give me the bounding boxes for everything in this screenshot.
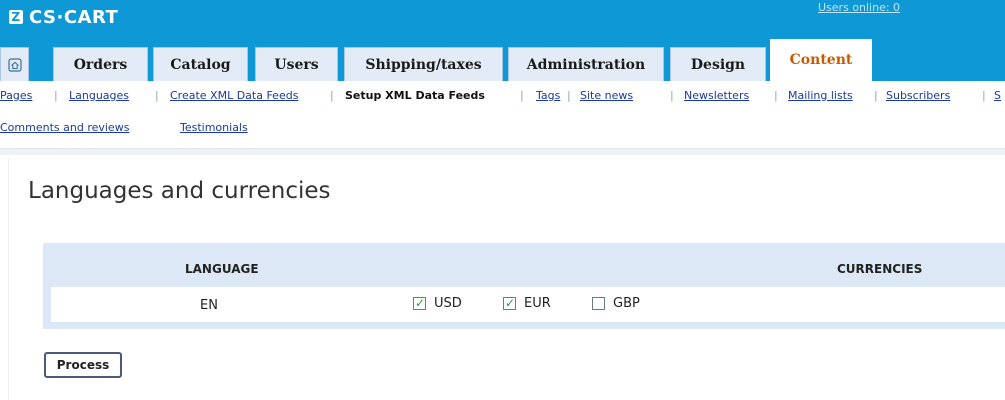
content-subnav: Pages | Languages | Create XML Data Feed…	[0, 81, 1005, 143]
header-bar: Z CS·CART Users online: 0 Orders Catalog…	[0, 0, 1005, 81]
currency-usd-label: USD	[434, 296, 462, 311]
tab-catalog[interactable]: Catalog	[153, 47, 248, 81]
home-icon	[7, 57, 22, 72]
subnav-separator: |	[54, 89, 58, 102]
subnav-newsletters[interactable]: Newsletters	[684, 89, 749, 102]
subnav-pages[interactable]: Pages	[0, 89, 32, 102]
tab-administration[interactable]: Administration	[508, 47, 664, 81]
subnav-separator: |	[982, 89, 986, 102]
currency-gbp-option[interactable]: GBP	[592, 296, 640, 311]
check-icon: ✓	[505, 296, 516, 310]
currency-gbp-label: GBP	[613, 296, 640, 311]
subnav-separator: |	[330, 89, 334, 102]
eur-checkbox[interactable]: ✓	[503, 296, 516, 310]
subnav-separator: |	[670, 89, 674, 102]
subnav-separator: |	[774, 89, 778, 102]
column-header-currencies: CURRENCIES	[837, 262, 923, 276]
subnav-separator: |	[567, 89, 571, 102]
subnav-setup-xml-data-feeds[interactable]: Setup XML Data Feeds	[345, 89, 485, 102]
language-code: EN	[200, 298, 218, 313]
tab-design[interactable]: Design	[670, 47, 766, 81]
logo[interactable]: Z CS·CART	[9, 3, 118, 31]
tab-orders[interactable]: Orders	[53, 47, 148, 81]
subnav-separator: |	[520, 89, 524, 102]
check-icon: ✓	[415, 296, 426, 310]
subnav-more[interactable]: S	[994, 89, 1001, 102]
page-title: Languages and currencies	[28, 178, 331, 204]
users-online-link[interactable]: Users online: 0	[818, 1, 900, 14]
content-left-border	[8, 158, 9, 400]
subnav-site-news[interactable]: Site news	[580, 89, 633, 102]
subnav-separator: |	[155, 89, 159, 102]
subnav-create-xml-data-feeds[interactable]: Create XML Data Feeds	[170, 89, 298, 102]
section-divider	[0, 148, 1005, 155]
subnav-tags[interactable]: Tags	[536, 89, 560, 102]
tab-shipping-taxes[interactable]: Shipping/taxes	[344, 47, 503, 81]
subnav-separator: |	[874, 89, 878, 102]
subnav-mailing-lists[interactable]: Mailing lists	[788, 89, 853, 102]
subnav-subscribers[interactable]: Subscribers	[886, 89, 950, 102]
logo-mark-icon: Z	[9, 10, 23, 24]
currency-eur-label: EUR	[524, 296, 551, 311]
logo-text: CS·CART	[29, 6, 119, 28]
subnav-testimonials[interactable]: Testimonials	[180, 121, 248, 134]
subnav-languages[interactable]: Languages	[69, 89, 129, 102]
currency-eur-option[interactable]: ✓ EUR	[503, 296, 551, 311]
process-button[interactable]: Process	[44, 352, 122, 378]
gbp-checkbox[interactable]	[592, 297, 605, 310]
tab-users[interactable]: Users	[255, 47, 338, 81]
column-header-language: LANGUAGE	[185, 262, 259, 276]
tab-content[interactable]: Content	[770, 39, 872, 81]
tab-home[interactable]	[0, 47, 29, 81]
currency-usd-option[interactable]: ✓ USD	[413, 296, 462, 311]
usd-checkbox[interactable]: ✓	[413, 296, 426, 310]
subnav-comments-and-reviews[interactable]: Comments and reviews	[0, 121, 129, 134]
